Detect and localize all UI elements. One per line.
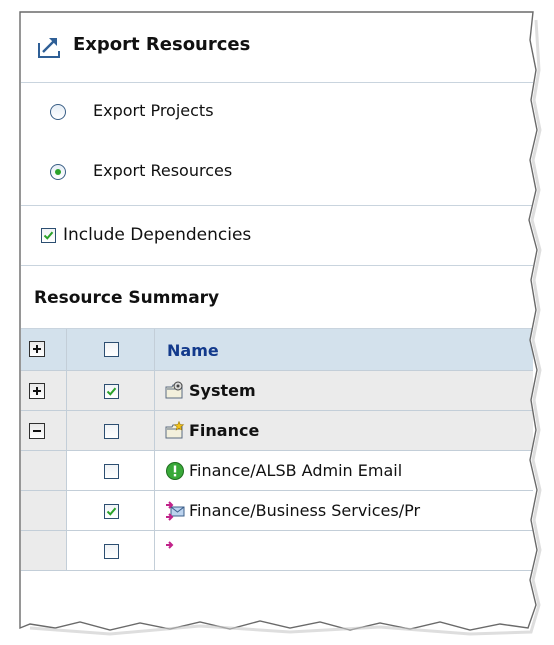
torn-paper-edge [0,0,554,645]
